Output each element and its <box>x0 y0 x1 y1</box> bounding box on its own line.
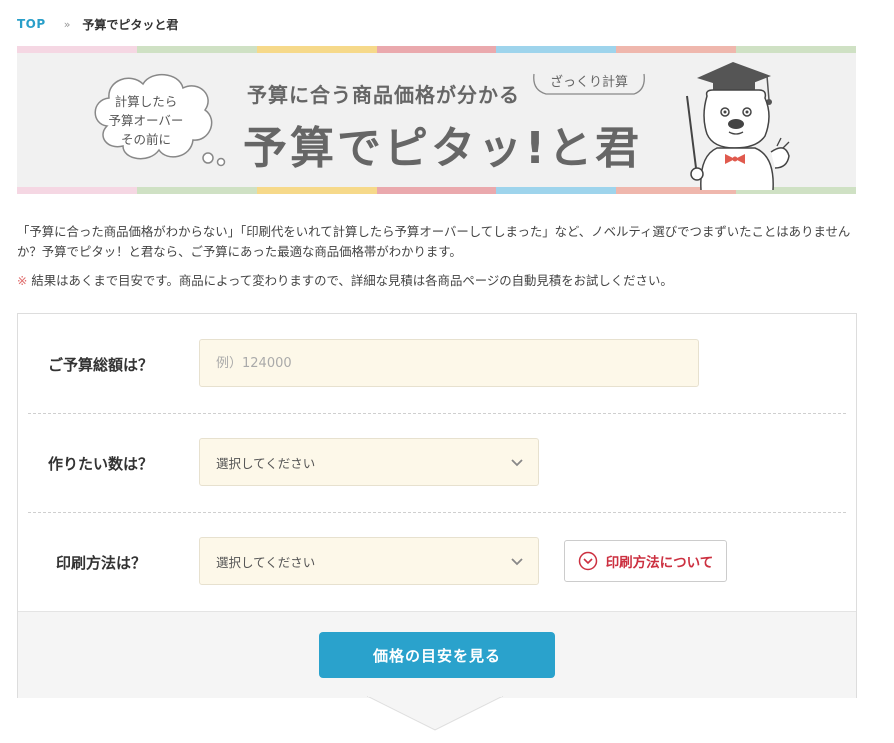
breadcrumb-separator: » <box>63 17 71 31</box>
stripe-segment <box>496 187 617 194</box>
cloud-line-2: 予算オーバー <box>108 113 184 128</box>
stripe-segment <box>256 187 377 194</box>
cloud-line-3: その前に <box>120 132 171 147</box>
budget-input[interactable] <box>200 340 698 386</box>
show-price-estimate-button[interactable]: 価格の目安を見る <box>319 632 555 678</box>
disclaimer-note: ※ 結果はあくまで目安です。商品によって変わりますので、詳細な見積は各商品ページの… <box>17 271 673 289</box>
budget-label: ご予算総額は？ <box>48 356 154 374</box>
stripe-segment <box>616 46 737 53</box>
banner-stripe-top <box>17 46 856 53</box>
stripe-segment <box>17 187 137 194</box>
breadcrumb-home-link[interactable]: TOP <box>17 17 46 31</box>
form-row-quantity: 作りたい数は？ 選択してください <box>28 413 846 513</box>
budget-form: ご予算総額は？ 作りたい数は？ 選択してください 印刷方法は？ 選択してください <box>17 313 857 698</box>
form-row-print: 印刷方法は？ 選択してください 印刷方法について <box>28 512 846 611</box>
stripe-segment <box>376 46 497 53</box>
intro-text: 「予算に合った商品価格がわからない」「印刷代をいれて計算したら予算オーバーしてし… <box>17 224 851 259</box>
breadcrumb-current: 予算でピタッと君 <box>82 17 179 32</box>
stripe-segment <box>736 46 856 53</box>
budget-field <box>199 339 699 387</box>
professor-bear-mascot-icon <box>686 62 790 191</box>
stripe-segment <box>136 187 257 194</box>
stripe-segment <box>496 46 617 53</box>
note-mark: ※ <box>17 273 28 288</box>
banner-tag: ざっくり計算 <box>530 68 648 100</box>
cloud-line-1: 計算したら <box>114 94 178 109</box>
note-text: 結果はあくまで目安です。商品によって変わりますので、詳細な見積は各商品ページの自… <box>31 273 673 288</box>
print-select-value: 選択してください <box>216 554 316 570</box>
stripe-segment <box>256 46 377 53</box>
chevron-down-icon <box>511 558 523 566</box>
thought-cloud: 計算したら 予算オーバー その前に <box>87 66 226 167</box>
print-label: 印刷方法は？ <box>56 554 147 572</box>
stripe-segment <box>17 46 137 53</box>
print-select[interactable]: 選択してください <box>199 537 539 585</box>
form-row-budget: ご予算総額は？ <box>28 314 846 414</box>
print-method-info-button[interactable]: 印刷方法について <box>564 540 727 582</box>
down-arrow-icon <box>367 696 503 731</box>
quantity-label: 作りたい数は？ <box>48 455 154 473</box>
print-method-info-label: 印刷方法について <box>605 555 714 571</box>
submit-area: 価格の目安を見る <box>18 611 856 698</box>
banner-tag-text: ざっくり計算 <box>549 75 628 90</box>
quantity-select[interactable]: 選択してください <box>199 438 539 486</box>
stripe-segment <box>136 46 257 53</box>
banner-subtitle: 予算に合う商品価格が分かる <box>247 83 520 107</box>
breadcrumb: TOP » 予算でピタッと君 <box>17 14 178 34</box>
chevron-down-icon <box>511 459 523 467</box>
circle-chevron-down-icon <box>578 551 597 571</box>
hero-banner: 計算したら 予算オーバー その前に 予算に合う商品価格が分かる ざっくり計算 予… <box>17 46 856 194</box>
quantity-select-value: 選択してください <box>216 455 316 471</box>
stripe-segment <box>376 187 497 194</box>
banner-title: 予算でピタッ!と君 <box>243 123 643 174</box>
